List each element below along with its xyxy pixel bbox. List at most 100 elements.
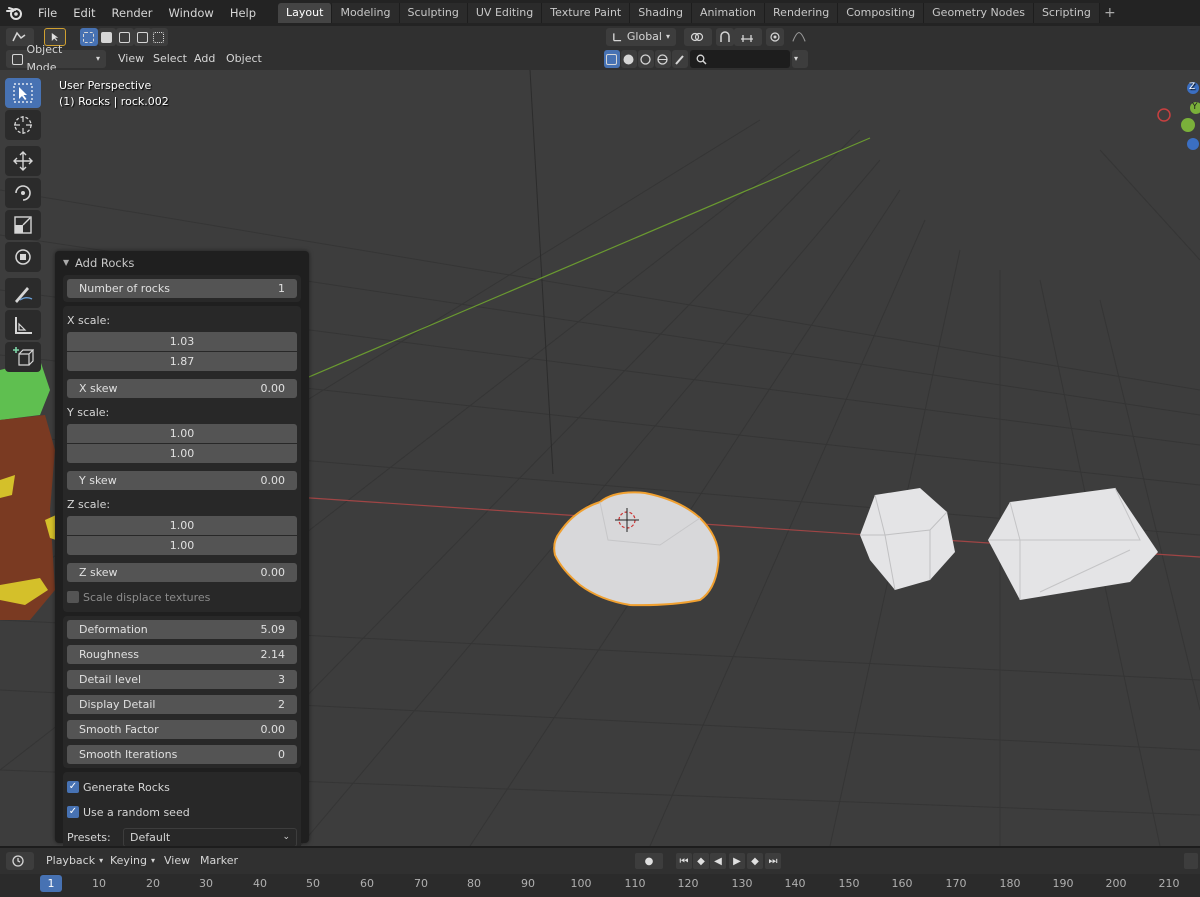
orientation-dropdown[interactable]: Global ▾: [606, 28, 676, 46]
blender-logo-icon[interactable]: [0, 0, 30, 26]
tab-rendering[interactable]: Rendering: [765, 3, 839, 23]
deformation-label: Deformation: [79, 623, 148, 636]
z-skew-field[interactable]: Z skew 0.00: [67, 563, 297, 582]
filter-dropdown-icon[interactable]: ▾: [792, 50, 808, 68]
menu-edit[interactable]: Edit: [65, 0, 103, 26]
roughness-field[interactable]: Roughness 2.14: [67, 645, 297, 664]
presets-dropdown[interactable]: Default ⌄: [123, 827, 297, 846]
timeline-ruler[interactable]: 1 10 20 30 40 50 60 70 80 90 100 110 120…: [0, 874, 1200, 897]
timeline-extra-icon[interactable]: [1184, 853, 1198, 869]
proportional-edit-icon[interactable]: [766, 28, 784, 46]
menu-select[interactable]: Select: [147, 50, 193, 68]
select-mode-intersect-icon[interactable]: [150, 28, 168, 46]
tool-cursor[interactable]: [5, 110, 41, 140]
select-box-icon: [13, 83, 33, 103]
tool-measure[interactable]: [5, 310, 41, 340]
generate-rocks-checkbox-box[interactable]: [67, 781, 79, 793]
collapse-triangle-icon[interactable]: ▼: [63, 251, 69, 275]
display-detail-field[interactable]: Display Detail 2: [67, 695, 297, 714]
x-skew-field[interactable]: X skew 0.00: [67, 379, 297, 398]
tool-annotate[interactable]: [5, 278, 41, 308]
mode-dropdown[interactable]: Object Mode ▾: [6, 43, 106, 74]
jump-end-icon[interactable]: ⏭: [765, 853, 781, 869]
random-seed-checkbox-box[interactable]: [67, 806, 79, 818]
panel-title: Add Rocks: [75, 256, 135, 270]
menu-help[interactable]: Help: [222, 0, 264, 26]
smooth-iterations-field[interactable]: Smooth Iterations 0: [67, 745, 297, 764]
z-scale-min-field[interactable]: 1.00: [67, 516, 297, 535]
menu-window[interactable]: Window: [160, 0, 221, 26]
tab-animation[interactable]: Animation: [691, 3, 766, 23]
play-reverse-icon[interactable]: ◀: [710, 853, 726, 869]
current-frame-indicator[interactable]: 1: [40, 875, 62, 892]
tab-uv-editing[interactable]: UV Editing: [467, 3, 543, 23]
menu-view[interactable]: View: [112, 50, 150, 68]
select-mode-subtract-icon[interactable]: [116, 28, 134, 46]
menu-render[interactable]: Render: [104, 0, 161, 26]
timeline-menu-marker[interactable]: Marker: [196, 852, 242, 870]
frame-tick: 60: [360, 877, 374, 890]
3d-viewport[interactable]: User Perspective (1) Rocks | rock.002 Z …: [0, 70, 1200, 846]
play-icon[interactable]: ▶: [729, 853, 745, 869]
y-scale-min-field[interactable]: 1.00: [67, 424, 297, 443]
viewport-shading-material-icon[interactable]: [638, 50, 654, 68]
brush-icon[interactable]: [672, 50, 688, 68]
number-of-rocks-field[interactable]: Number of rocks 1: [67, 279, 297, 298]
y-scale-max-field[interactable]: 1.00: [67, 444, 297, 463]
chevron-down-icon: ▾: [99, 856, 104, 865]
keying-menu[interactable]: Keying ▾: [104, 852, 161, 870]
tab-shading[interactable]: Shading: [630, 3, 692, 23]
tool-transform[interactable]: [5, 242, 41, 272]
random-seed-checkbox[interactable]: Use a random seed: [67, 801, 297, 823]
tab-modeling[interactable]: Modeling: [332, 3, 400, 23]
add-workspace-icon[interactable]: +: [1100, 3, 1120, 23]
prev-keyframe-icon[interactable]: ◆: [693, 853, 709, 869]
gizmo-y-label[interactable]: Y: [1192, 102, 1198, 112]
filter-selectable-icon[interactable]: [604, 50, 620, 68]
menu-file[interactable]: File: [30, 0, 65, 26]
tool-select-box[interactable]: [5, 78, 41, 108]
scale-displace-checkbox-box[interactable]: [67, 591, 79, 603]
panel-header[interactable]: ▼ Add Rocks: [55, 251, 309, 275]
falloff-icon[interactable]: [786, 28, 812, 46]
generate-rocks-checkbox[interactable]: Generate Rocks: [67, 776, 297, 798]
detail-level-field[interactable]: Detail level 3: [67, 670, 297, 689]
record-button[interactable]: ●: [635, 853, 663, 869]
select-mode-extend-icon[interactable]: [98, 28, 116, 46]
gizmo-z-label[interactable]: Z: [1189, 82, 1195, 92]
snap-target-icon[interactable]: [734, 28, 762, 46]
viewport-shading-solid-icon[interactable]: [621, 50, 637, 68]
z-scale-label: Z scale:: [67, 498, 111, 511]
number-of-rocks-label: Number of rocks: [79, 282, 170, 295]
tool-rotate[interactable]: [5, 178, 41, 208]
tab-sculpting[interactable]: Sculpting: [399, 3, 468, 23]
x-scale-min-field[interactable]: 1.03: [67, 332, 297, 351]
frame-tick: 140: [784, 877, 806, 890]
pivot-point-icon[interactable]: [684, 28, 712, 46]
jump-start-icon[interactable]: ⏮: [676, 853, 692, 869]
playback-menu[interactable]: Playback ▾: [40, 852, 109, 870]
tab-scripting[interactable]: Scripting: [1033, 3, 1100, 23]
tool-move[interactable]: [5, 146, 41, 176]
smooth-factor-field[interactable]: Smooth Factor 0.00: [67, 720, 297, 739]
tab-layout[interactable]: Layout: [278, 3, 333, 23]
tab-geometry-nodes[interactable]: Geometry Nodes: [924, 3, 1034, 23]
menu-object[interactable]: Object: [220, 50, 268, 68]
tool-add-cube[interactable]: [5, 342, 41, 372]
scale-displace-textures-checkbox[interactable]: Scale displace textures: [67, 586, 297, 608]
search-field[interactable]: [690, 50, 790, 68]
menu-add[interactable]: Add: [188, 50, 221, 68]
snap-icon[interactable]: [716, 28, 734, 46]
tab-compositing[interactable]: Compositing: [838, 3, 925, 23]
timeline-menu-view[interactable]: View: [160, 852, 194, 870]
tool-scale[interactable]: [5, 210, 41, 240]
x-scale-max-field[interactable]: 1.87: [67, 352, 297, 371]
y-skew-field[interactable]: Y skew 0.00: [67, 471, 297, 490]
next-keyframe-icon[interactable]: ◆: [747, 853, 763, 869]
perspective-label: User Perspective: [59, 79, 152, 92]
viewport-shading-rendered-icon[interactable]: [655, 50, 671, 68]
timeline-editor-type-icon[interactable]: [6, 852, 34, 870]
tab-texture-paint[interactable]: Texture Paint: [542, 3, 631, 23]
z-scale-max-field[interactable]: 1.00: [67, 536, 297, 555]
deformation-field[interactable]: Deformation 5.09: [67, 620, 297, 639]
